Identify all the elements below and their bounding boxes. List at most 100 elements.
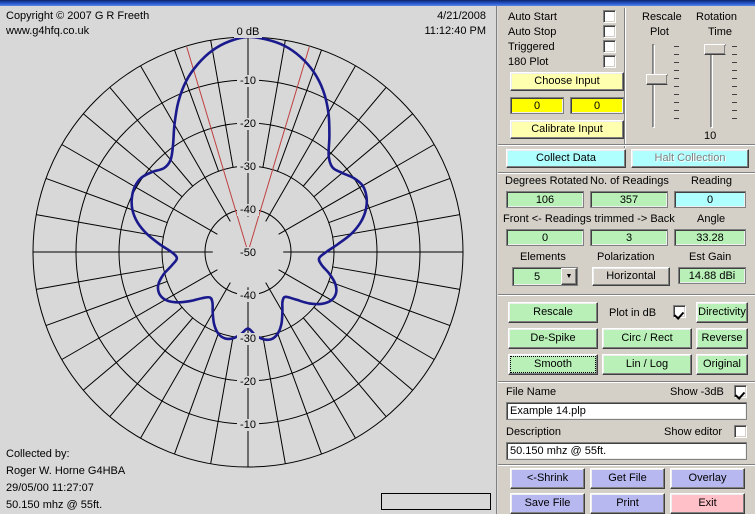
polarization-label: Polarization: [597, 251, 655, 263]
reading-value[interactable]: 0: [674, 191, 746, 208]
rescale-plot-label-line2: Plot: [650, 26, 669, 38]
angle-label: Angle: [697, 213, 726, 225]
date-text: 4/21/2008: [437, 10, 486, 22]
section-divider-5: [498, 464, 755, 466]
choose-input-button[interactable]: Choose Input: [510, 72, 624, 91]
circ-rect-button[interactable]: Circ / Rect: [602, 328, 692, 349]
reverse-button[interactable]: Reverse: [696, 328, 748, 349]
overlay-button[interactable]: Overlay: [670, 468, 745, 489]
collection-frequency: 50.150 mhz @ 55ft.: [6, 499, 103, 511]
plot-status-box[interactable]: [381, 493, 491, 510]
show-3db-checkbox[interactable]: [734, 385, 747, 398]
input-value-b[interactable]: 0: [570, 97, 624, 114]
polarization-button[interactable]: Horizontal: [592, 267, 670, 286]
polar-chart: 0 dB -10 -20 -30 -40 -50 -40 -30 -20 -10: [32, 26, 464, 468]
readings-trimmed-label: Front <- Readings trimmed -> Back: [503, 213, 675, 225]
show-editor-label: Show editor: [664, 426, 723, 438]
description-input[interactable]: 50.150 mhz @ 55ft.: [506, 442, 747, 460]
description-label: Description: [506, 426, 562, 438]
section-divider-3: [498, 294, 755, 296]
svg-text:-50: -50: [240, 247, 256, 259]
polar-plot-panel: 0 dB -10 -20 -30 -40 -50 -40 -30 -20 -10 Copyrigh…: [0, 6, 497, 514]
section-divider-1: [498, 144, 755, 146]
svg-text:-20: -20: [240, 376, 256, 388]
calibrate-input-button[interactable]: Calibrate Input: [510, 120, 624, 139]
directivity-button[interactable]: Directivity: [696, 302, 748, 323]
rotation-time-value: 10: [704, 130, 717, 142]
rescale-plot-slider-thumb[interactable]: [646, 74, 673, 85]
svg-text:-30: -30: [240, 333, 256, 345]
print-button[interactable]: Print: [590, 493, 665, 514]
file-name-input[interactable]: Example 14.plp: [506, 402, 747, 420]
plot-in-db-checkbox[interactable]: [673, 305, 686, 318]
180-plot-label: 180 Plot: [508, 56, 549, 68]
svg-text:0 dB: 0 dB: [237, 26, 260, 38]
operator-name: Roger W. Horne G4HBA: [6, 465, 126, 477]
180-plot-checkbox[interactable]: [603, 55, 616, 68]
smooth-button[interactable]: Smooth: [508, 354, 598, 375]
reading-label: Reading: [691, 175, 732, 187]
shrink-button[interactable]: <-Shrink: [510, 468, 585, 489]
rotation-time-label-line1: Rotation: [696, 11, 737, 23]
website-text: www.g4hfq.co.uk: [6, 25, 90, 37]
time-text: 11:12:40 PM: [424, 25, 486, 37]
rotation-time-slider-thumb[interactable]: [704, 44, 731, 55]
rotation-time-slider-ticks: [732, 46, 737, 130]
est-gain-value: 14.88 dBi: [678, 267, 746, 284]
elements-label: Elements: [520, 251, 566, 263]
section-divider-4: [498, 381, 755, 383]
file-name-label: File Name: [506, 386, 557, 398]
angle-value[interactable]: 33.28: [674, 229, 746, 246]
collection-info: Collected by: Roger W. Horne G4HBA 29/05…: [6, 446, 125, 514]
triggered-label: Triggered: [508, 41, 555, 53]
svg-text:-30: -30: [240, 161, 256, 173]
auto-stop-checkbox[interactable]: [603, 25, 616, 38]
collected-by-label: Collected by:: [6, 448, 70, 460]
rotation-time-label-line2: Time: [708, 26, 733, 38]
lin-log-button[interactable]: Lin / Log: [602, 354, 692, 375]
rescale-plot-slider-track[interactable]: [652, 44, 655, 128]
rescale-plot-slider[interactable]: [646, 44, 682, 128]
auto-start-checkbox[interactable]: [603, 10, 616, 23]
svg-text:-10: -10: [240, 75, 256, 87]
plot-in-db-label: Plot in dB: [609, 307, 657, 319]
auto-start-label: Auto Start: [508, 11, 557, 23]
get-file-button[interactable]: Get File: [590, 468, 665, 489]
degrees-rotated-value[interactable]: 106: [506, 191, 584, 208]
chevron-down-icon[interactable]: ▼: [561, 268, 577, 285]
svg-text:-10: -10: [240, 419, 256, 431]
svg-text:-40: -40: [240, 290, 256, 302]
rescale-button[interactable]: Rescale: [508, 302, 598, 323]
auto-stop-label: Auto Stop: [508, 26, 557, 38]
exit-button[interactable]: Exit: [670, 493, 745, 514]
input-value-a[interactable]: 0: [510, 97, 564, 114]
rescale-plot-label-line1: Rescale: [642, 11, 682, 23]
rotation-time-slider-track[interactable]: [710, 44, 713, 128]
triggered-checkbox[interactable]: [603, 40, 616, 53]
original-button[interactable]: Original: [696, 354, 748, 375]
svg-text:-40: -40: [240, 204, 256, 216]
degrees-rotated-label: Degrees Rotated: [505, 175, 589, 187]
elements-value: 5: [533, 270, 541, 283]
collect-data-button[interactable]: Collect Data: [506, 149, 626, 168]
panel-divider-vertical: [624, 8, 626, 148]
control-panel: Auto Start Auto Stop Triggered 180 Plot …: [498, 6, 755, 514]
copyright-text: Copyright © 2007 G R Freeth: [6, 10, 150, 22]
polar-plot-application: 0 dB -10 -20 -30 -40 -50 -40 -30 -20 -10 Copyrigh…: [0, 0, 755, 514]
svg-text:-20: -20: [240, 118, 256, 130]
save-file-button[interactable]: Save File: [510, 493, 585, 514]
trimmed-back-value[interactable]: 3: [590, 229, 668, 246]
show-editor-checkbox[interactable]: [734, 425, 747, 438]
elements-select[interactable]: 5 ▼: [512, 267, 578, 286]
no-of-readings-value[interactable]: 357: [590, 191, 668, 208]
rotation-time-slider[interactable]: [704, 44, 740, 128]
collection-timestamp: 29/05/00 11:27:07: [6, 482, 94, 494]
halt-collection-button[interactable]: Halt Collection: [631, 149, 749, 168]
de-spike-button[interactable]: De-Spike: [508, 328, 598, 349]
section-divider-2: [498, 172, 755, 174]
rescale-plot-slider-ticks: [674, 46, 679, 130]
trimmed-front-value[interactable]: 0: [506, 229, 584, 246]
est-gain-label: Est Gain: [689, 251, 732, 263]
show-3db-label: Show -3dB: [670, 386, 724, 398]
no-of-readings-label: No. of Readings: [590, 175, 669, 187]
